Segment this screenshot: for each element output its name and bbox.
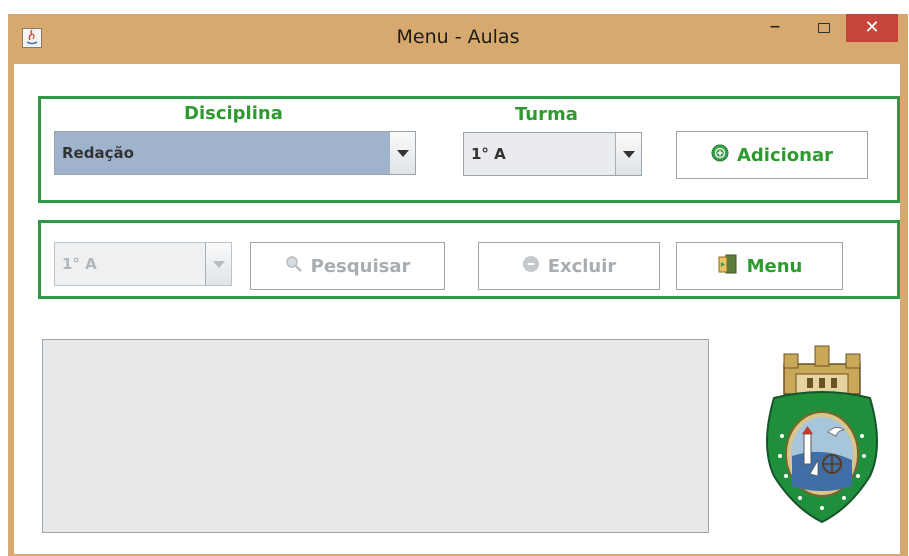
chevron-down-icon [623,151,635,158]
disciplina-dropdown-arrow[interactable] [389,132,415,174]
search-panel: 1° A Pesquisar Excluir Menu [38,220,900,299]
background-window-strip [0,0,909,14]
chevron-down-icon [397,150,409,157]
menu-button[interactable]: Menu [676,242,843,290]
plus-circle-icon [711,144,729,167]
title-bar[interactable]: Menu - Aulas – ✕ [8,14,908,64]
add-lesson-panel: Disciplina Turma Redação 1° A Adicionar [38,96,900,203]
turma-filter-dropdown-arrow[interactable] [205,243,231,285]
turma-select[interactable]: 1° A [463,132,642,176]
chevron-down-icon [213,261,225,268]
turma-filter-select[interactable]: 1° A [54,242,232,286]
minus-circle-icon [522,255,540,278]
add-button[interactable]: Adicionar [676,131,868,179]
search-button[interactable]: Pesquisar [250,242,445,290]
add-button-label: Adicionar [736,144,834,166]
app-window: Menu - Aulas – ✕ Disciplina Turma Redaçã… [8,14,908,556]
minimize-button[interactable]: – [752,16,798,42]
turma-filter-value: 1° A [62,255,97,273]
window-content: Disciplina Turma Redação 1° A Adicionar … [14,64,900,554]
disciplina-label: Disciplina [184,103,283,124]
close-button[interactable]: ✕ [846,14,898,42]
delete-button[interactable]: Excluir [478,242,660,290]
search-button-label: Pesquisar [310,255,411,277]
turma-dropdown-arrow[interactable] [615,133,641,175]
disciplina-select[interactable]: Redação [54,131,416,175]
disciplina-select-value: Redação [62,144,134,162]
coat-of-arms-icon [752,336,892,528]
turma-select-value: 1° A [471,145,506,163]
door-exit-icon [717,254,739,279]
turma-label: Turma [515,104,578,125]
maximize-icon [818,23,830,33]
delete-button-label: Excluir [547,255,617,277]
lessons-list[interactable] [42,339,709,533]
magnifier-icon [285,255,303,278]
maximize-button[interactable] [804,16,844,42]
menu-button-label: Menu [746,255,803,277]
